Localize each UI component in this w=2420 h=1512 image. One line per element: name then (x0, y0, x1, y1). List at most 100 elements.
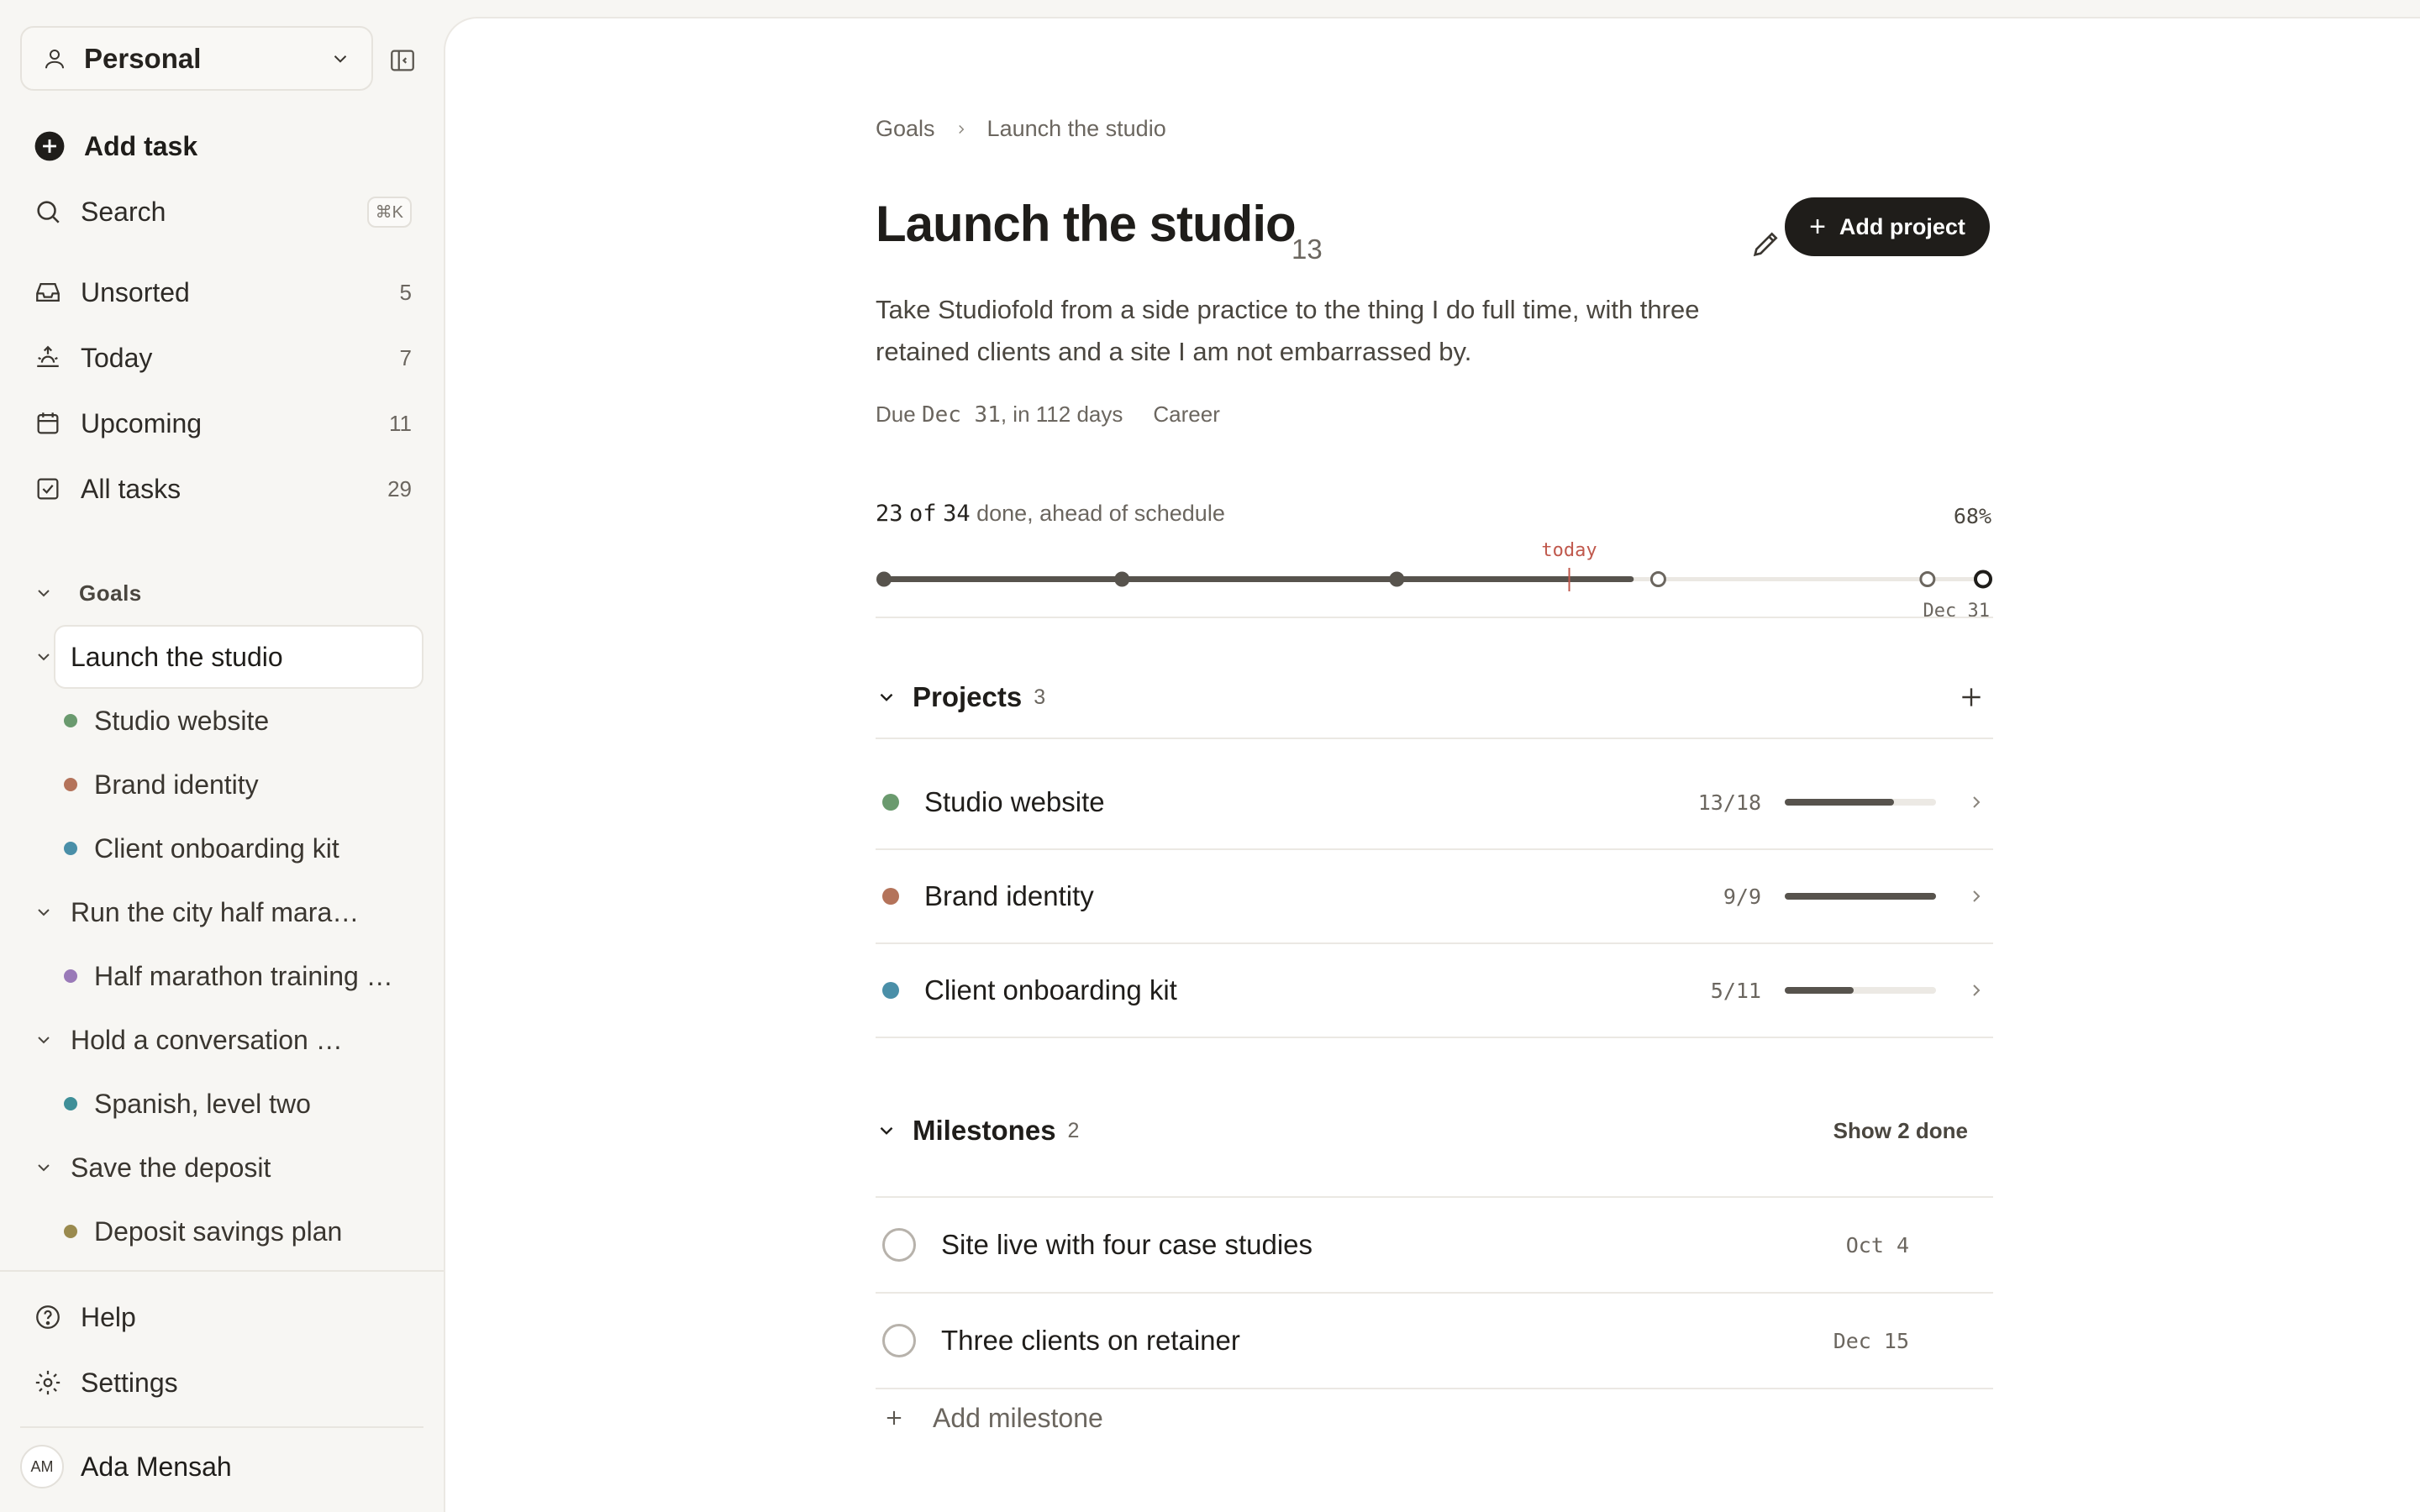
goal-label: Save the deposit (71, 1152, 271, 1183)
chevron-right-icon (1973, 984, 1981, 996)
milestone-marker-open (1649, 571, 1666, 587)
area-tag[interactable]: Career (1153, 402, 1219, 428)
project-color-dot (64, 1097, 77, 1110)
due-prefix: Due (876, 402, 916, 427)
due-relative: , in 112 days (1000, 402, 1123, 427)
add-milestone-button[interactable]: Add milestone (876, 1393, 1103, 1443)
chevron-down-icon[interactable] (34, 647, 54, 667)
goal-meta: Due Dec 31, in 112 days Career (876, 402, 1220, 428)
add-project-button[interactable]: + Add project (1785, 197, 1990, 256)
project-progress-fill (1785, 799, 1894, 806)
breadcrumb: Goals Launch the studio (876, 116, 1166, 142)
project-row-brand-identity[interactable]: Brand identity 9/9 (876, 850, 1993, 942)
due-date[interactable]: Due Dec 31, in 112 days (876, 402, 1123, 428)
chevron-down-icon[interactable] (34, 1158, 54, 1178)
nav-label: Upcoming (81, 407, 203, 438)
page-title: Launch the studio (876, 196, 1297, 252)
project-row-client-onboarding-kit[interactable]: Client onboarding kit 5/11 (876, 944, 1993, 1037)
project-label: Brand identity (94, 769, 259, 800)
project-progress-fill (1785, 987, 1854, 994)
goals-section-toggle[interactable]: Goals (34, 576, 142, 610)
milestones-count: 2 (1067, 1118, 1080, 1142)
nav-item-all-tasks[interactable]: All tasks 29 (34, 464, 412, 514)
plus-icon (886, 1410, 902, 1425)
sidebar: Personal Add task Search ⌘K Unsorted 5 T… (0, 0, 444, 1512)
plus-circle-icon (34, 131, 65, 161)
avatar: AM (20, 1445, 64, 1488)
project-color-dot (64, 778, 77, 791)
workspace-switcher[interactable]: Personal (20, 26, 373, 91)
sidebar-project-brand-identity[interactable]: Brand identity (64, 759, 417, 810)
goal-item-spanish[interactable]: Hold a conversation in Spanish (34, 1015, 429, 1065)
chevron-down-icon (38, 590, 50, 597)
goal-item-half-marathon[interactable]: Run the city half marathon (34, 887, 429, 937)
help-button[interactable]: Help (34, 1292, 412, 1342)
projects-heading: Projects (913, 681, 1023, 712)
sidebar-divider (20, 1426, 424, 1428)
milestone-marker-open (1919, 571, 1936, 587)
plus-icon[interactable] (1958, 684, 1985, 711)
milestone-row[interactable]: Three clients on retainer Dec 15 (876, 1294, 1993, 1388)
sidebar-project-deposit-savings-plan[interactable]: Deposit savings plan (64, 1206, 417, 1257)
show-done-button[interactable]: Show 2 done (1833, 1118, 1968, 1144)
milestone-marker-done (876, 571, 892, 587)
project-name: Studio website (924, 786, 1105, 817)
project-name: Client onboarding kit (924, 974, 1177, 1005)
sidebar-project-studio-website[interactable]: Studio website (64, 696, 417, 746)
project-color-dot (882, 888, 899, 905)
nav-item-upcoming[interactable]: Upcoming 11 (34, 398, 412, 449)
project-color-dot (64, 1225, 77, 1238)
milestone-row[interactable]: Site live with four case studies Oct 4 (876, 1198, 1993, 1292)
add-task-button[interactable]: Add task (34, 121, 412, 171)
chevron-down-icon[interactable] (876, 1120, 897, 1142)
search-icon (37, 201, 60, 223)
breadcrumb-current: Launch the studio (986, 116, 1166, 141)
chevron-right-icon (1973, 796, 1981, 808)
search-button[interactable]: Search ⌘K (34, 186, 412, 237)
plus-icon: + (1809, 210, 1826, 243)
goal-item-launch-the-studio[interactable]: Launch the studio (34, 632, 429, 682)
project-row-studio-website[interactable]: Studio website 13/18 (876, 756, 1993, 848)
projects-count: 3 (1034, 685, 1046, 709)
chevron-right-icon (958, 124, 964, 134)
milestone-title: Site live with four case studies (941, 1229, 1313, 1260)
project-label: Half marathon training plan (94, 960, 397, 991)
divider (876, 738, 1993, 739)
progress-summary: 23 of 34 done, ahead of schedule 68% (876, 501, 1993, 528)
milestone-checkbox[interactable] (882, 1324, 916, 1357)
goal-label: Hold a conversation in Spanish (71, 1024, 348, 1055)
chevron-down-icon[interactable] (34, 1030, 54, 1050)
project-ratio: 5/11 (1710, 978, 1761, 1003)
sidebar-project-half-marathon-training[interactable]: Half marathon training plan (64, 951, 417, 1001)
end-date-label: Dec 31 (1923, 601, 1990, 622)
sidebar-project-client-onboarding-kit[interactable]: Client onboarding kit (64, 823, 417, 874)
project-progress-bar (1785, 893, 1936, 900)
help-label: Help (81, 1301, 136, 1332)
breadcrumb-goals-link[interactable]: Goals (876, 116, 935, 142)
nav-item-unsorted[interactable]: Unsorted 5 (34, 267, 412, 318)
chevron-down-icon[interactable] (876, 686, 897, 708)
due-date-value: Dec 31 (921, 402, 1001, 428)
pencil-icon[interactable] (1749, 227, 1783, 260)
sidebar-divider (0, 1270, 444, 1272)
goal-item-save-the-deposit[interactable]: Save the deposit (34, 1142, 429, 1193)
chevron-down-icon[interactable] (34, 902, 54, 922)
search-label: Search (81, 196, 166, 227)
nav-label: Unsorted (81, 276, 190, 307)
checkbox-icon (37, 478, 59, 500)
user-profile[interactable]: AM Ada Mensah (20, 1441, 232, 1492)
goal-detail: Goals Launch the studio Launch the studi… (876, 18, 1993, 1512)
project-ratio: 9/9 (1723, 884, 1761, 909)
collapse-sidebar-icon[interactable] (388, 46, 417, 75)
goals-heading: Goals (79, 580, 142, 606)
milestone-checkbox[interactable] (882, 1228, 916, 1262)
milestone-marker-done (1389, 571, 1405, 587)
today-label: today (1541, 540, 1597, 561)
progress-percent: 68% (1953, 504, 1991, 528)
settings-button[interactable]: Settings (34, 1357, 412, 1408)
nav-item-today[interactable]: Today 7 (34, 333, 412, 383)
sidebar-project-spanish-level-two[interactable]: Spanish, level two (64, 1079, 417, 1129)
chevron-down-icon (334, 55, 347, 63)
project-progress-fill (1785, 893, 1936, 900)
help-icon (36, 1305, 60, 1329)
